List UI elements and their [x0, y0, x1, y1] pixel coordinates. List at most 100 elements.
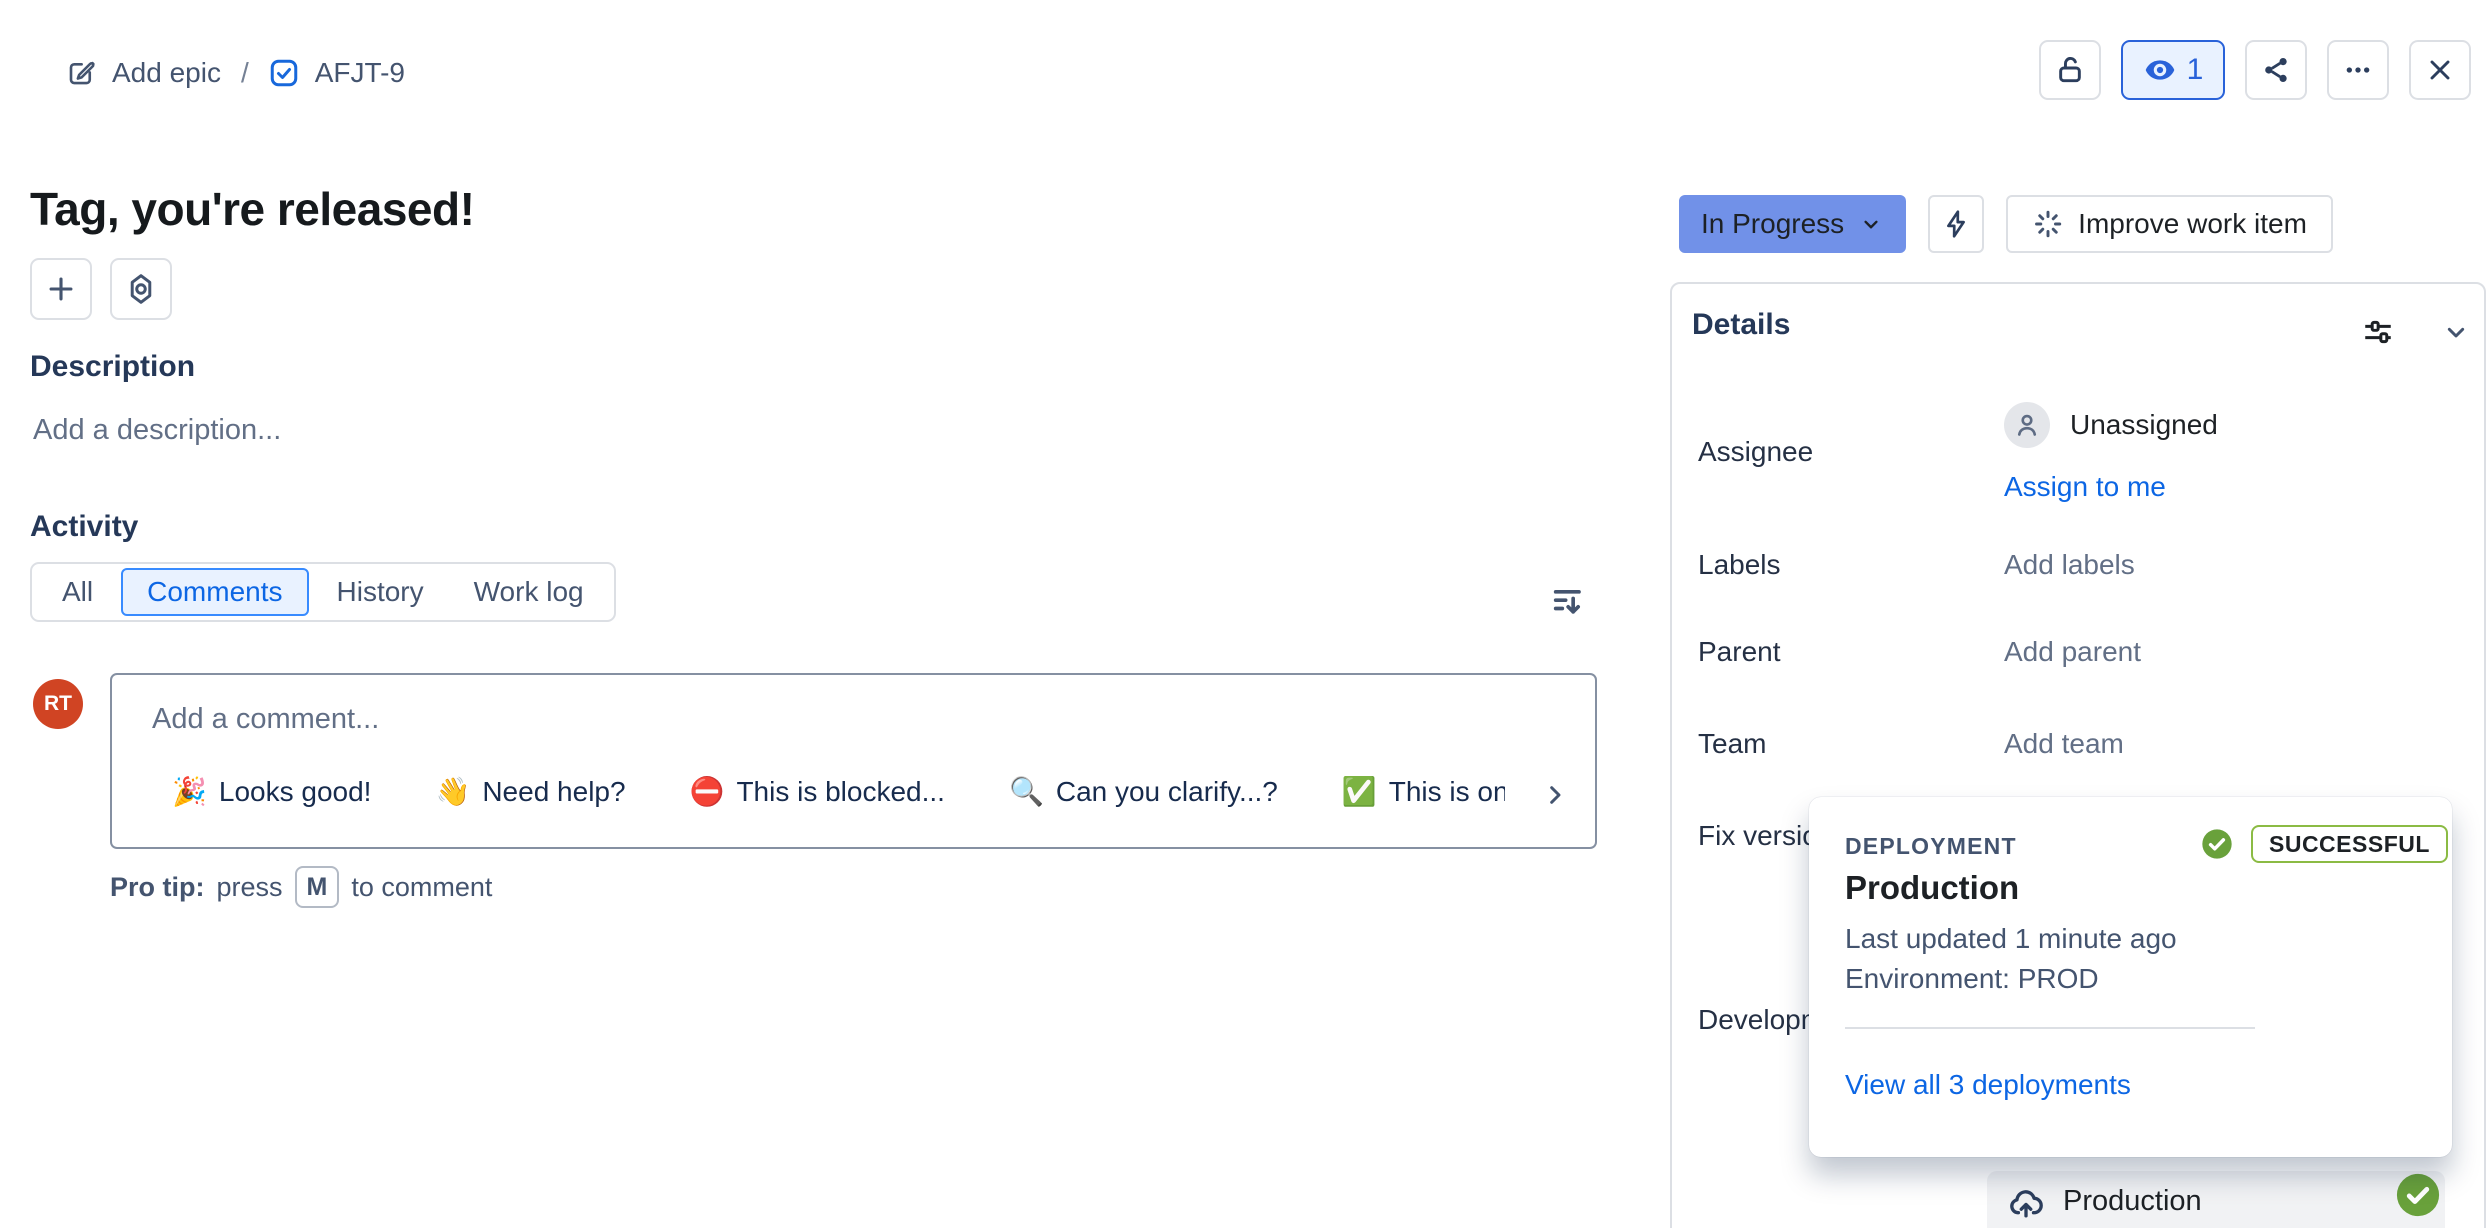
close-icon [2424, 54, 2456, 86]
page-title[interactable]: Tag, you're released! [30, 182, 474, 236]
improve-work-item-button[interactable]: Improve work item [2006, 195, 2333, 253]
share-icon [2260, 54, 2292, 86]
field-label-team: Team [1698, 728, 1766, 760]
breadcrumb-epic-label: Add epic [112, 57, 221, 89]
issue-key-label: AFJT-9 [315, 57, 405, 89]
quick-reply-clarify[interactable]: 🔍 Can you clarify...? [1009, 775, 1278, 808]
assignee-value[interactable]: Unassigned [2004, 402, 2218, 448]
quick-reply-blocked[interactable]: ⛔ This is blocked... [690, 775, 945, 808]
sliders-icon [2361, 315, 2395, 349]
party-popper-emoji: 🎉 [172, 775, 207, 808]
eye-icon [2143, 53, 2177, 87]
sort-order-button[interactable] [1544, 576, 1594, 626]
tab-all[interactable]: All [40, 568, 115, 616]
header-actions: 1 [2039, 40, 2471, 100]
cloud-upload-icon [2007, 1185, 2045, 1223]
assign-to-me-link[interactable]: Assign to me [2004, 471, 2166, 503]
pro-tip-press: press [217, 872, 283, 903]
quick-reply-label: This is blocked... [736, 776, 945, 808]
deployment-environment: Environment: PROD [1845, 963, 2099, 995]
lock-button[interactable] [2039, 40, 2101, 100]
quick-reply-label: Can you clarify...? [1056, 776, 1278, 808]
deployment-eyebrow: DEPLOYMENT [1845, 833, 2017, 860]
details-heading: Details [1692, 308, 1790, 342]
issue-view: Add epic / AFJT-9 [0, 0, 2488, 1228]
watch-button[interactable]: 1 [2121, 40, 2225, 100]
keyboard-key-m: M [295, 866, 340, 908]
deployment-chip[interactable]: Production [1987, 1171, 2445, 1228]
pro-tip: Pro tip: press M to comment [110, 866, 492, 908]
lightning-bolt-icon [1940, 208, 1972, 240]
apps-button[interactable] [110, 258, 172, 320]
quick-reply-label: Looks good! [219, 776, 372, 808]
add-parent-field[interactable]: Add parent [2004, 636, 2141, 668]
person-avatar-icon [2004, 402, 2050, 448]
ai-sparkle-icon [2032, 208, 2064, 240]
description-placeholder[interactable]: Add a description... [33, 414, 281, 447]
tab-history[interactable]: History [315, 568, 446, 616]
chevron-right-icon [1539, 779, 1571, 811]
activity-heading: Activity [30, 510, 138, 544]
deployment-name: Production [1845, 869, 2019, 907]
comment-box[interactable]: Add a comment... 🎉 Looks good! 👋 Need he… [110, 673, 1597, 849]
breadcrumb: Add epic / AFJT-9 [66, 44, 405, 102]
deployment-popup: DEPLOYMENT SUCCESSFUL Production Last up… [1809, 797, 2452, 1157]
sort-descending-icon [1549, 581, 1589, 621]
add-button[interactable] [30, 258, 92, 320]
deployment-updated: Last updated 1 minute ago [1845, 923, 2177, 955]
status-row: In Progress Improve work item [1679, 195, 2333, 253]
check-mark-emoji: ✅ [1342, 775, 1377, 808]
description-heading: Description [30, 350, 195, 384]
comment-input[interactable]: Add a comment... [152, 703, 379, 736]
quick-reply-on-track[interactable]: ✅ This is on [1342, 775, 1505, 808]
quick-replies: 🎉 Looks good! 👋 Need help? ⛔ This is blo… [172, 775, 1505, 808]
watchers-count: 1 [2187, 53, 2204, 87]
quick-reply-need-help[interactable]: 👋 Need help? [435, 775, 625, 808]
improve-work-item-label: Improve work item [2078, 208, 2307, 240]
wave-emoji: 👋 [435, 775, 470, 808]
breadcrumb-issue-key[interactable]: AFJT-9 [269, 57, 405, 89]
success-check-icon [2201, 828, 2233, 860]
more-actions-button[interactable] [2327, 40, 2389, 100]
ellipsis-icon [2342, 54, 2374, 86]
breadcrumb-separator: / [241, 57, 249, 89]
pro-tip-suffix: to comment [351, 872, 492, 903]
status-dropdown[interactable]: In Progress [1679, 195, 1906, 253]
share-button[interactable] [2245, 40, 2307, 100]
no-entry-emoji: ⛔ [690, 775, 725, 808]
title-actions [30, 258, 172, 320]
deployment-status: SUCCESSFUL [2201, 825, 2448, 863]
status-label: In Progress [1701, 208, 1844, 240]
pro-tip-prefix: Pro tip: [110, 872, 205, 903]
tab-worklog[interactable]: Work log [452, 568, 606, 616]
details-configure-button[interactable] [2356, 312, 2400, 352]
breadcrumb-add-epic[interactable]: Add epic [66, 57, 221, 89]
status-badge: SUCCESSFUL [2251, 825, 2448, 863]
success-check-icon [2396, 1173, 2440, 1217]
chevron-down-icon [1858, 211, 1884, 237]
automation-button[interactable] [1928, 195, 1984, 253]
activity-tabs: All Comments History Work log [30, 562, 616, 622]
avatar[interactable]: RT [33, 679, 83, 729]
field-label-labels: Labels [1698, 549, 1781, 581]
quick-reply-label: Need help? [482, 776, 625, 808]
divider [1845, 1027, 2255, 1029]
plus-icon [44, 272, 78, 306]
field-label-parent: Parent [1698, 636, 1781, 668]
add-team-field[interactable]: Add team [2004, 728, 2124, 760]
quick-reply-label: This is on [1389, 776, 1505, 808]
view-all-deployments-link[interactable]: View all 3 deployments [1845, 1069, 2131, 1101]
magnifier-emoji: 🔍 [1009, 775, 1044, 808]
tab-comments[interactable]: Comments [121, 568, 308, 616]
task-type-icon [269, 58, 299, 88]
unlock-icon [2054, 54, 2086, 86]
quick-replies-more-button[interactable] [1539, 779, 1571, 811]
details-collapse-button[interactable] [2434, 312, 2478, 352]
quick-reply-looks-good[interactable]: 🎉 Looks good! [172, 775, 371, 808]
assignee-name: Unassigned [2070, 409, 2218, 441]
apps-icon [124, 272, 158, 306]
edit-icon [66, 58, 96, 88]
chevron-down-icon [2440, 316, 2472, 348]
close-button[interactable] [2409, 40, 2471, 100]
add-labels-field[interactable]: Add labels [2004, 549, 2135, 581]
